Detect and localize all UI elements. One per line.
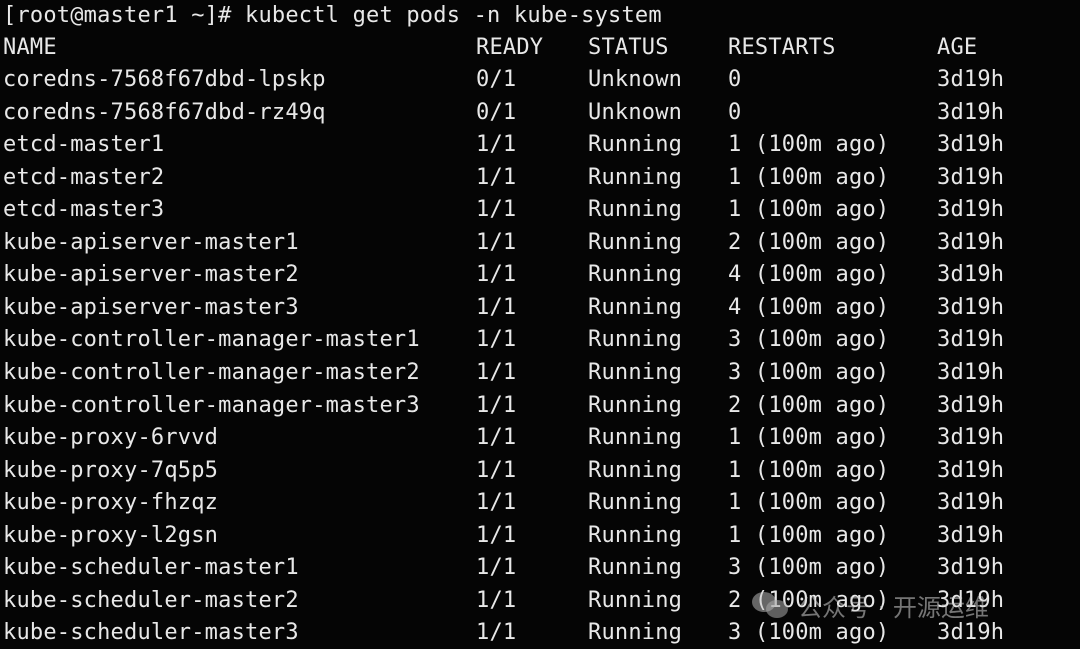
pod-name: kube-proxy-7q5p5 xyxy=(3,457,219,483)
pod-restarts: 0 xyxy=(728,67,742,92)
pod-status: Running xyxy=(588,457,683,483)
pod-status: Running xyxy=(588,620,683,646)
pod-age: 3d19h xyxy=(937,99,1005,125)
pod-status: Running xyxy=(588,132,683,158)
header-name: NAME xyxy=(3,35,57,60)
wechat-icon xyxy=(752,590,790,620)
pod-status: Running xyxy=(588,555,683,581)
pod-restarts: 3 (100m ago) xyxy=(728,555,890,581)
pod-name: coredns-7568f67dbd-lpskp xyxy=(3,67,326,92)
pod-name: kube-apiserver-master2 xyxy=(3,262,299,288)
pod-name: kube-controller-manager-master3 xyxy=(3,392,420,418)
pod-name: etcd-master1 xyxy=(3,132,165,158)
pod-name: kube-apiserver-master1 xyxy=(3,229,299,255)
pod-name: kube-scheduler-master3 xyxy=(3,620,299,646)
pod-name: kube-apiserver-master3 xyxy=(3,294,299,320)
pod-status: Running xyxy=(588,197,683,223)
command-text: [root@master1 ~]# kubectl get pods -n ku… xyxy=(3,3,662,28)
pod-age: 3d19h xyxy=(937,164,1005,190)
pod-ready: 0/1 xyxy=(476,67,517,92)
pod-age: 3d19h xyxy=(937,327,1005,353)
pod-name: etcd-master2 xyxy=(3,164,165,190)
pod-ready: 1/1 xyxy=(476,555,517,581)
header-restarts: RESTARTS xyxy=(728,35,836,60)
pod-restarts: 1 (100m ago) xyxy=(728,164,890,190)
terminal-window[interactable]: [root@master1 ~]# kubectl get pods -n ku… xyxy=(0,0,1080,649)
pod-name: kube-scheduler-master2 xyxy=(3,587,299,613)
pod-ready: 1/1 xyxy=(476,229,517,255)
command-prompt-line: [root@master1 ~]# kubectl get pods -n ku… xyxy=(0,0,662,32)
pod-restarts: 1 (100m ago) xyxy=(728,457,890,483)
pod-ready: 1/1 xyxy=(476,392,517,418)
pod-ready: 1/1 xyxy=(476,425,517,451)
pod-status: Running xyxy=(588,262,683,288)
pod-age: 3d19h xyxy=(937,392,1005,418)
pod-status: Running xyxy=(588,392,683,418)
pod-status: Running xyxy=(588,229,683,255)
pod-age: 3d19h xyxy=(937,197,1005,223)
header-ready: READY xyxy=(476,35,544,60)
pod-ready: 1/1 xyxy=(476,327,517,353)
pod-name: etcd-master3 xyxy=(3,197,165,223)
pod-restarts: 1 (100m ago) xyxy=(728,522,890,548)
pod-ready: 1/1 xyxy=(476,457,517,483)
pod-age: 3d19h xyxy=(937,262,1005,288)
pod-ready: 1/1 xyxy=(476,262,517,288)
pod-ready: 1/1 xyxy=(476,197,517,223)
pod-name: coredns-7568f67dbd-rz49q xyxy=(3,99,326,125)
pod-ready: 1/1 xyxy=(476,490,517,516)
pod-age: 3d19h xyxy=(937,67,1005,92)
pod-age: 3d19h xyxy=(937,359,1005,385)
pod-restarts: 4 (100m ago) xyxy=(728,294,890,320)
pod-status: Running xyxy=(588,164,683,190)
pod-status: Running xyxy=(588,425,683,451)
pod-status: Unknown xyxy=(588,99,683,125)
pod-status: Running xyxy=(588,327,683,353)
pod-restarts: 1 (100m ago) xyxy=(728,490,890,516)
pod-restarts: 4 (100m ago) xyxy=(728,262,890,288)
header-age: AGE xyxy=(937,35,978,60)
pod-restarts: 3 (100m ago) xyxy=(728,327,890,353)
pod-ready: 1/1 xyxy=(476,620,517,646)
pod-age: 3d19h xyxy=(937,522,1005,548)
pod-age: 3d19h xyxy=(937,132,1005,158)
pod-status: Running xyxy=(588,359,683,385)
pod-age: 3d19h xyxy=(937,457,1005,483)
pod-age: 3d19h xyxy=(937,229,1005,255)
pod-restarts: 1 (100m ago) xyxy=(728,197,890,223)
pod-ready: 1/1 xyxy=(476,132,517,158)
pod-status: Running xyxy=(588,294,683,320)
pod-ready: 1/1 xyxy=(476,294,517,320)
table-header-row: NAME READY STATUS RESTARTS AGE xyxy=(0,32,977,64)
pod-ready: 0/1 xyxy=(476,99,517,125)
pod-name: kube-proxy-l2gsn xyxy=(3,522,219,548)
pod-status: Running xyxy=(588,522,683,548)
watermark-text: 公众号 · 开源运维 xyxy=(798,593,989,622)
pod-status: Unknown xyxy=(588,67,683,92)
pod-age: 3d19h xyxy=(937,555,1005,581)
pod-restarts: 3 (100m ago) xyxy=(728,359,890,385)
pod-name: kube-controller-manager-master1 xyxy=(3,327,420,353)
pod-restarts: 2 (100m ago) xyxy=(728,392,890,418)
pod-age: 3d19h xyxy=(937,294,1005,320)
pod-ready: 1/1 xyxy=(476,587,517,613)
pod-ready: 1/1 xyxy=(476,522,517,548)
pod-restarts: 1 (100m ago) xyxy=(728,425,890,451)
pod-restarts: 2 (100m ago) xyxy=(728,229,890,255)
pod-ready: 1/1 xyxy=(476,359,517,385)
pod-age: 3d19h xyxy=(937,490,1005,516)
pod-restarts: 0 xyxy=(728,99,742,125)
pod-ready: 1/1 xyxy=(476,164,517,190)
pod-name: kube-scheduler-master1 xyxy=(3,555,299,581)
pod-age: 3d19h xyxy=(937,425,1005,451)
pod-status: Running xyxy=(588,587,683,613)
header-status: STATUS xyxy=(588,35,669,60)
pod-name: kube-proxy-6rvvd xyxy=(3,425,219,451)
pod-status: Running xyxy=(588,490,683,516)
pod-name: kube-controller-manager-master2 xyxy=(3,359,420,385)
pod-name: kube-proxy-fhzqz xyxy=(3,490,219,516)
pod-restarts: 1 (100m ago) xyxy=(728,132,890,158)
watermark: 公众号 · 开源运维 xyxy=(752,585,989,625)
